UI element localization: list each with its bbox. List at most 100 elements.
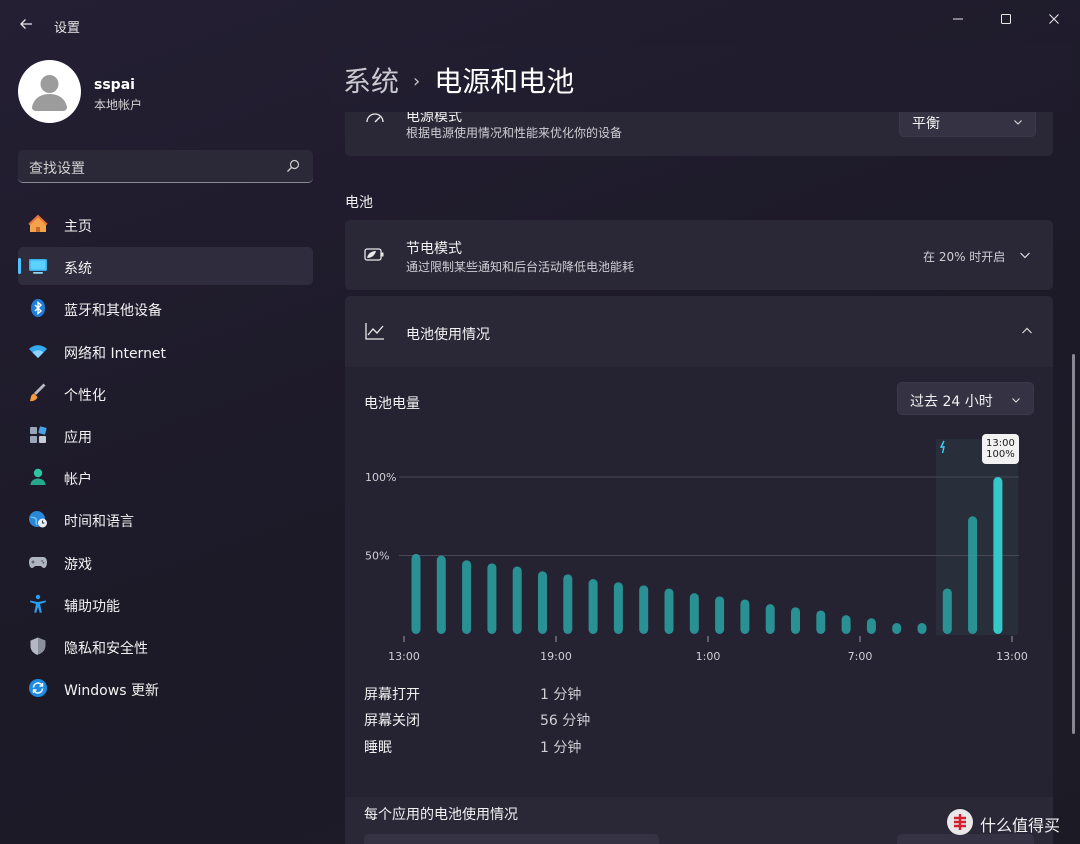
chart-bar[interactable] xyxy=(538,571,547,634)
app-title: 设置 xyxy=(54,21,81,36)
sidebar-item-personalization[interactable]: 个性化 xyxy=(18,374,313,412)
chart-bar[interactable] xyxy=(866,618,876,634)
breadcrumb: 系统 › 电源和电池 xyxy=(343,60,574,100)
sidebar-item-label: 游戏 xyxy=(64,556,92,573)
battery-usage-header[interactable]: 电池使用情况 xyxy=(345,296,1053,367)
x-tick-label: 13:00 xyxy=(388,650,420,663)
apps-icon xyxy=(28,425,48,445)
stat-value: 56 分钟 xyxy=(540,713,591,729)
page-title: 电源和电池 xyxy=(434,65,575,98)
battery-level-label: 电池电量 xyxy=(364,396,420,412)
back-button[interactable] xyxy=(12,10,40,38)
sidebar-item-system[interactable]: 系统 xyxy=(18,247,313,286)
battery-saver-card[interactable]: 节电模式 通过限制某些通知和后台活动降低电池能耗 在 20% 时开启 xyxy=(345,220,1053,290)
x-tick-label: 7:00 xyxy=(848,650,873,663)
update-icon xyxy=(28,678,48,698)
sidebar-item-label: 辅助功能 xyxy=(64,598,120,615)
sidebar-item-accounts[interactable]: 帐户 xyxy=(18,458,313,496)
close-button[interactable] xyxy=(1031,6,1077,32)
sidebar-item-network[interactable]: 网络和 Internet xyxy=(18,332,313,370)
globe-clock-icon xyxy=(28,509,48,529)
chart-bar[interactable] xyxy=(664,588,674,634)
breadcrumb-separator: › xyxy=(413,71,421,92)
account-type: 本地帐户 xyxy=(94,98,143,112)
system-icon xyxy=(28,256,48,276)
watermark-text: 什么值得买 xyxy=(980,816,1061,835)
search-placeholder: 查找设置 xyxy=(29,161,85,177)
chevron-down-icon xyxy=(1012,398,1020,403)
sidebar-item-home[interactable]: 主页 xyxy=(18,205,313,243)
chart-bar[interactable] xyxy=(436,555,446,635)
breadcrumb-parent[interactable]: 系统 xyxy=(343,65,399,98)
per-app-title: 每个应用的电池使用情况 xyxy=(364,807,518,823)
chart-bar[interactable] xyxy=(968,516,978,634)
title-bar: 设置 xyxy=(0,0,1080,46)
battery-section-label: 电池 xyxy=(345,195,373,211)
chart-bar[interactable] xyxy=(917,623,927,634)
time-range-value: 过去 24 小时 xyxy=(910,394,993,410)
sidebar-item-bluetooth[interactable]: 蓝牙和其他设备 xyxy=(18,289,313,327)
x-tick-label: 1:00 xyxy=(696,650,721,663)
sidebar-item-privacy[interactable]: 隐私和安全性 xyxy=(18,627,313,665)
brush-icon xyxy=(28,383,48,403)
minimize-button[interactable] xyxy=(935,6,981,32)
chart-tooltip: 13:00 100% xyxy=(982,434,1019,464)
sidebar-item-label: 应用 xyxy=(64,429,92,446)
chart-bar[interactable] xyxy=(487,563,497,634)
arrow-left-icon xyxy=(20,19,32,29)
sidebar-item-label: 帐户 xyxy=(64,472,92,489)
chart-bar[interactable] xyxy=(841,615,851,634)
stat-label: 睡眠 xyxy=(364,740,392,756)
bluetooth-icon xyxy=(28,298,48,318)
sidebar-item-windows-update[interactable]: Windows 更新 xyxy=(18,669,313,707)
chart-bar[interactable] xyxy=(411,553,421,634)
chart-bar[interactable] xyxy=(892,623,902,634)
sidebar-item-gaming[interactable]: 游戏 xyxy=(18,543,313,581)
minimize-icon xyxy=(953,18,963,20)
stat-label: 屏幕关闭 xyxy=(364,713,420,729)
chart-bar[interactable] xyxy=(512,566,522,634)
chart-bar[interactable] xyxy=(942,588,952,634)
gamepad-icon xyxy=(28,552,48,572)
sidebar-item-label: 主页 xyxy=(64,219,92,235)
stat-value: 1 分钟 xyxy=(540,740,582,756)
chart-bar[interactable] xyxy=(993,477,1003,634)
sidebar-item-apps[interactable]: 应用 xyxy=(18,416,313,454)
account-icon xyxy=(28,467,48,487)
scrollbar-thumb[interactable] xyxy=(1072,354,1075,734)
battery-saver-title: 节电模式 xyxy=(406,241,462,257)
chart-bar[interactable] xyxy=(816,610,826,634)
power-mode-description: 根据电源使用情况和性能来优化你的设备 xyxy=(406,126,623,140)
chart-bar[interactable] xyxy=(563,574,573,634)
chart-bar[interactable] xyxy=(740,599,750,634)
chart-bar[interactable] xyxy=(639,585,649,634)
sidebar-item-label: 隐私和安全性 xyxy=(64,640,148,657)
battery-saver-icon xyxy=(363,244,387,266)
sidebar-item-label: Windows 更新 xyxy=(64,683,159,700)
user-name: sspai xyxy=(94,77,135,93)
shield-icon xyxy=(28,636,48,656)
tooltip-value: 100% xyxy=(986,449,1015,460)
x-tick-label: 13:00 xyxy=(996,650,1028,663)
maximize-button[interactable] xyxy=(983,6,1029,32)
watermark-logo-icon xyxy=(947,809,973,835)
settings-window: 设置 sspai 本地帐户 查找设置 主页 系统 蓝牙和其他设备 网络和 Int… xyxy=(0,0,1080,844)
chart-line-icon xyxy=(364,321,386,341)
maximize-icon xyxy=(1001,14,1011,24)
sidebar-item-time-language[interactable]: 时间和语言 xyxy=(18,500,313,538)
chart-bar[interactable] xyxy=(765,604,775,634)
chart-bar[interactable] xyxy=(613,582,623,634)
app-search-input[interactable] xyxy=(364,834,659,844)
chart-bar[interactable] xyxy=(715,596,725,634)
chart-bar[interactable] xyxy=(791,607,800,634)
chart-bar[interactable] xyxy=(689,593,699,634)
search-icon xyxy=(287,159,300,172)
sidebar-item-accessibility[interactable]: 辅助功能 xyxy=(18,585,313,623)
search-input[interactable]: 查找设置 xyxy=(18,150,313,183)
chart-bar[interactable] xyxy=(462,560,472,634)
chart-bar[interactable] xyxy=(588,579,598,634)
user-icon xyxy=(32,75,67,111)
battery-usage-panel: 电池电量 过去 24 小时 50% 100% 13:00 19:00 1:00 7:00… xyxy=(345,367,1053,797)
battery-usage-title: 电池使用情况 xyxy=(406,327,490,343)
time-range-select[interactable]: 过去 24 小时 xyxy=(897,382,1034,415)
